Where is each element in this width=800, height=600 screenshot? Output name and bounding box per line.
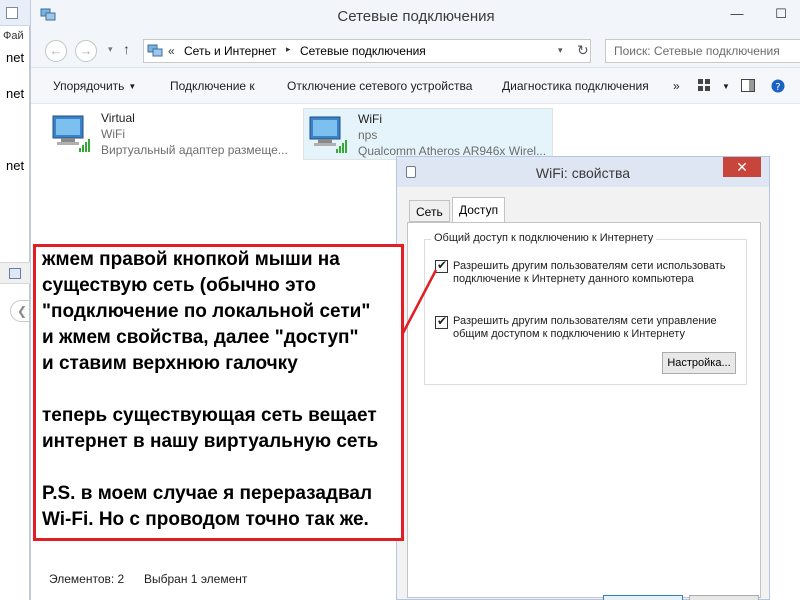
up-arrow-icon[interactable]: ↑	[123, 41, 130, 57]
instruction-annotation: жмем правой кнопкой мыши на существую се…	[33, 244, 404, 541]
settings-button[interactable]: Настройка...	[662, 352, 736, 374]
group-title: Общий доступ к подключению к Интернету	[431, 232, 657, 244]
ok-button[interactable]	[603, 595, 683, 600]
more-commands-icon[interactable]: »	[673, 79, 680, 93]
organize-button[interactable]: Упорядочить ▼	[53, 79, 136, 93]
allow-control-label-line1: Разрешить другим пользователям сети упра…	[453, 315, 717, 327]
adapter-item[interactable]: Virtual WiFi Виртуальный адаптер размеще…	[47, 108, 288, 160]
tab-sharing[interactable]: Доступ	[452, 197, 506, 223]
window-title: Сетевые подключения	[337, 8, 495, 25]
background-titlebar[interactable]	[0, 0, 30, 26]
pane-splitter	[0, 262, 30, 284]
adapter-description: Виртуальный адаптер размеще...	[101, 143, 288, 157]
address-dropdown-icon[interactable]: ▾	[558, 45, 563, 56]
tab-network[interactable]: Сеть	[409, 200, 450, 222]
connect-to-button[interactable]: Подключение к	[170, 79, 255, 93]
address-field[interactable]: « Сеть и Интернет ▸ Сетевые подключения …	[143, 39, 591, 63]
adapter-name: Virtual	[101, 111, 135, 125]
checkmark-icon: ✔	[437, 258, 448, 272]
output-line: net	[6, 86, 25, 101]
allow-control-checkbox[interactable]: ✔	[435, 314, 448, 329]
help-icon[interactable]: ?	[771, 79, 785, 96]
allow-sharing-label-line1: Разрешить другим пользователям сети испо…	[453, 260, 726, 272]
network-adapter-icon	[52, 115, 90, 152]
annotation-line: интернет в нашу виртуальную сеть	[42, 431, 379, 452]
output-line: net	[6, 158, 25, 173]
network-icon	[9, 268, 21, 279]
annotation-line: теперь существующая сеть вещает	[42, 405, 377, 426]
svg-text:?: ?	[775, 82, 780, 93]
refresh-icon[interactable]: ↻	[577, 42, 589, 59]
item-count: Элементов: 2	[49, 572, 125, 586]
annotation-spacer	[36, 377, 401, 403]
breadcrumb-separator-icon[interactable]: ▸	[286, 44, 291, 55]
recent-locations-chevron-icon[interactable]: ▾	[108, 44, 113, 55]
checkmark-icon: ✔	[437, 314, 448, 328]
window-icon	[6, 7, 18, 19]
command-bar: Упорядочить ▼ Подключение к Отключение се…	[31, 68, 800, 104]
dropdown-caret-icon: ▼	[128, 82, 137, 92]
annotation-line: жмем правой кнопкой мыши на	[42, 249, 340, 270]
allow-sharing-label-line2: подключение к Интернету данного компьюте…	[453, 273, 694, 285]
title-bar[interactable]: Сетевые подключения — ☐	[31, 0, 800, 32]
maximize-button[interactable]: ☐	[768, 4, 794, 24]
annotation-line: Wi-Fi. Но с проводом точно так же.	[42, 509, 369, 530]
annotation-line: "подключение по локальной сети"	[42, 301, 371, 322]
cancel-button[interactable]	[689, 595, 759, 600]
background-window[interactable]: Фай net net net ❮	[0, 0, 30, 600]
organize-label: Упорядочить	[53, 79, 125, 93]
output-line: net	[6, 50, 25, 65]
network-connections-icon	[147, 44, 163, 57]
minimize-button[interactable]: —	[724, 4, 750, 24]
close-icon[interactable]: ✕	[723, 157, 761, 177]
dialog-title-bar[interactable]: WiFi: свойства ✕	[397, 157, 769, 187]
allow-control-label-line2: общим доступом к подключению к Интернету	[453, 328, 685, 340]
annotation-line: и ставим верхнюю галочку	[42, 353, 298, 374]
annotation-line: и жмем свойства, далее "доступ"	[42, 327, 359, 348]
disable-device-button[interactable]: Отключение сетевого устройства	[287, 79, 472, 93]
properties-dialog: WiFi: свойства ✕ Сеть Доступ Общий досту…	[396, 156, 770, 600]
allow-sharing-label[interactable]: Разрешить другим пользователям сети испо…	[453, 260, 726, 286]
diagnose-button[interactable]: Диагностика подключения	[502, 79, 649, 93]
hidden-crumbs-chevron-icon[interactable]: «	[168, 44, 175, 58]
dialog-title: WiFi: свойства	[535, 165, 631, 181]
back-button[interactable]: ❮	[10, 300, 30, 322]
file-menu[interactable]: Фай	[3, 30, 24, 42]
search-placeholder: Поиск: Сетевые подключения	[614, 44, 780, 58]
allow-sharing-checkbox[interactable]: ✔	[435, 258, 448, 273]
adapter-item-selected[interactable]: WiFi nps Qualcomm Atheros AR946x Wirel..…	[303, 108, 553, 160]
back-arrow-icon[interactable]: ←	[45, 40, 67, 62]
address-bar: ← → ▾ ↑ « Сеть и Интернет ▸ Сетевые подк…	[31, 32, 800, 68]
selected-count: Выбран 1 элемент	[144, 572, 248, 586]
annotation-line: существую сеть (обычно это	[42, 275, 316, 296]
allow-control-label[interactable]: Разрешить другим пользователям сети упра…	[453, 315, 717, 341]
preview-pane-icon[interactable]	[741, 79, 755, 95]
view-dropdown-icon[interactable]: ▼	[722, 82, 730, 91]
change-view-icon[interactable]	[698, 79, 712, 94]
adapter-network: nps	[358, 128, 378, 142]
sharing-tab-panel: Общий доступ к подключению к Интернету ✔…	[407, 222, 761, 598]
forward-arrow-icon[interactable]: →	[75, 40, 97, 62]
breadcrumb-network-internet[interactable]: Сеть и Интернет	[184, 44, 276, 58]
annotation-spacer	[36, 455, 401, 481]
adapter-name: WiFi	[358, 112, 382, 126]
network-adapter-icon	[309, 116, 347, 153]
adapter-network: WiFi	[101, 127, 125, 141]
annotation-line: P.S. в моем случае я переразадвал	[42, 483, 373, 504]
internet-sharing-group: Общий доступ к подключению к Интернету ✔…	[424, 232, 747, 385]
breadcrumb-network-connections[interactable]: Сетевые подключения	[300, 44, 426, 58]
search-input[interactable]: Поиск: Сетевые подключения	[605, 39, 800, 63]
